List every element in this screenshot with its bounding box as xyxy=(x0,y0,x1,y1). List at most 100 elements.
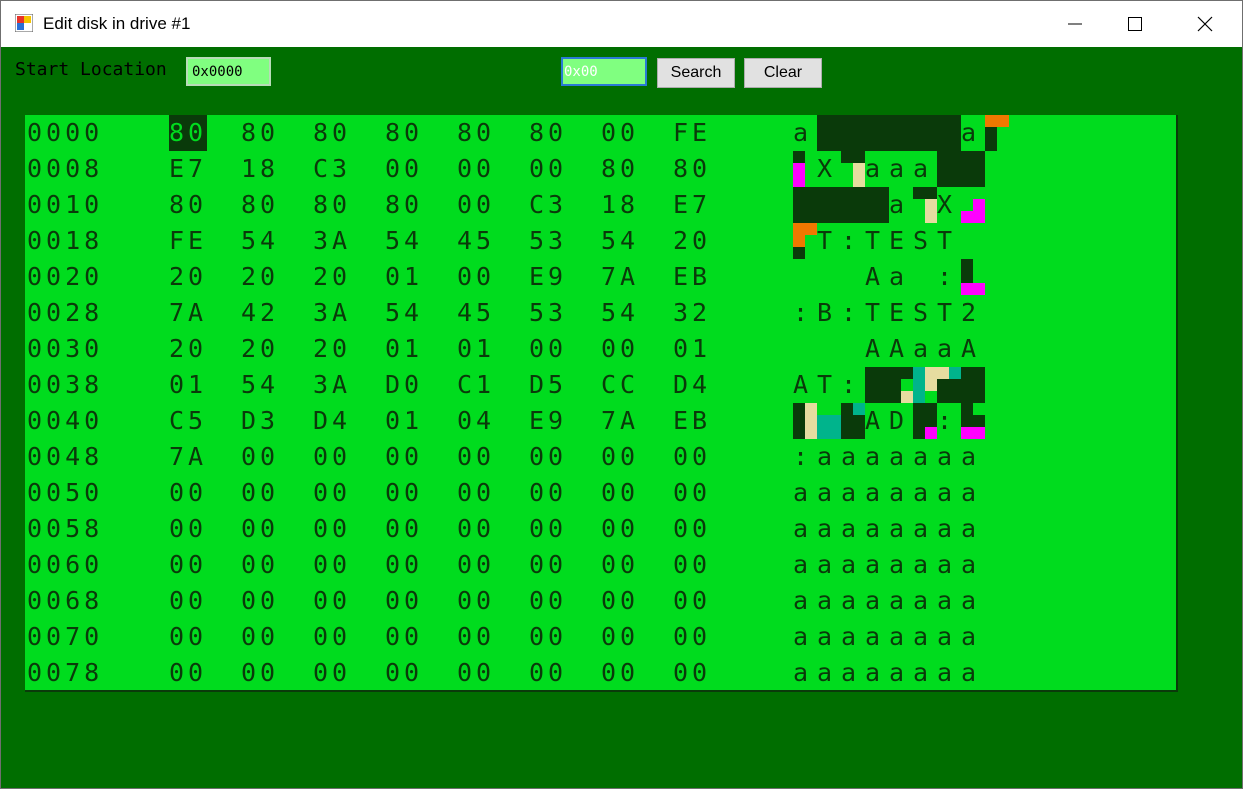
hex-byte-cell[interactable]: 00 xyxy=(601,619,639,655)
hex-byte-cell[interactable]: 18 xyxy=(241,151,279,187)
hex-byte-cell[interactable]: 00 xyxy=(241,619,279,655)
hex-byte-cell[interactable]: 00 xyxy=(601,583,639,619)
hex-byte-cell[interactable]: 00 xyxy=(385,511,423,547)
hex-byte-cell[interactable]: 80 xyxy=(169,115,208,151)
hex-byte-cell[interactable]: 00 xyxy=(169,511,207,547)
hex-byte-cell[interactable]: 00 xyxy=(673,655,711,691)
hex-byte-cell[interactable]: EB xyxy=(673,259,711,295)
hex-byte-cell[interactable]: 00 xyxy=(529,655,567,691)
hex-byte-cell[interactable]: 53 xyxy=(529,295,567,331)
hex-byte-cell[interactable]: 00 xyxy=(673,583,711,619)
hex-byte-cell[interactable]: 00 xyxy=(457,439,495,475)
hex-byte-cell[interactable]: 54 xyxy=(241,223,279,259)
hex-byte-cell[interactable]: 7A xyxy=(601,259,639,295)
hex-byte-cell[interactable]: 80 xyxy=(313,115,351,151)
hex-byte-cell[interactable]: 20 xyxy=(169,331,207,367)
hex-byte-cell[interactable]: 00 xyxy=(457,151,495,187)
hex-byte-cell[interactable]: C3 xyxy=(313,151,351,187)
hex-byte-cell[interactable]: 80 xyxy=(457,115,495,151)
hex-byte-cell[interactable]: E9 xyxy=(529,259,567,295)
hex-byte-cell[interactable]: 00 xyxy=(457,511,495,547)
hex-byte-cell[interactable]: 01 xyxy=(385,259,423,295)
hex-byte-cell[interactable]: 00 xyxy=(529,547,567,583)
hex-byte-cell[interactable]: 00 xyxy=(385,151,423,187)
hex-byte-cell[interactable]: 00 xyxy=(313,655,351,691)
hex-byte-cell[interactable]: 00 xyxy=(529,511,567,547)
hex-byte-cell[interactable]: 18 xyxy=(601,187,639,223)
hex-byte-cell[interactable]: 20 xyxy=(673,223,711,259)
hex-byte-cell[interactable]: 45 xyxy=(457,223,495,259)
hex-byte-cell[interactable]: 20 xyxy=(241,331,279,367)
hex-byte-cell[interactable]: 45 xyxy=(457,295,495,331)
hex-byte-cell[interactable]: 00 xyxy=(601,439,639,475)
hex-byte-cell[interactable]: C3 xyxy=(529,187,567,223)
hex-byte-cell[interactable]: 04 xyxy=(457,403,495,439)
hex-byte-cell[interactable]: 00 xyxy=(457,475,495,511)
hex-byte-cell[interactable]: 01 xyxy=(385,403,423,439)
hex-byte-cell[interactable]: 00 xyxy=(457,259,495,295)
hex-byte-cell[interactable]: 00 xyxy=(169,619,207,655)
hex-byte-cell[interactable]: 80 xyxy=(601,151,639,187)
hex-byte-cell[interactable]: 3A xyxy=(313,223,351,259)
hex-byte-cell[interactable]: 54 xyxy=(601,295,639,331)
hex-byte-cell[interactable]: 7A xyxy=(169,439,207,475)
hex-byte-cell[interactable]: 00 xyxy=(385,547,423,583)
hex-byte-cell[interactable]: 01 xyxy=(169,367,207,403)
hex-byte-cell[interactable]: 80 xyxy=(385,115,423,151)
hex-byte-cell[interactable]: 00 xyxy=(313,439,351,475)
hex-byte-cell[interactable]: 00 xyxy=(529,151,567,187)
hex-byte-cell[interactable]: 00 xyxy=(385,655,423,691)
hex-byte-cell[interactable]: CC xyxy=(601,367,639,403)
hex-byte-cell[interactable]: FE xyxy=(673,115,711,151)
hex-byte-cell[interactable]: 20 xyxy=(313,259,351,295)
close-button[interactable] xyxy=(1182,1,1228,47)
search-button[interactable]: Search xyxy=(657,58,735,88)
hex-byte-cell[interactable]: D3 xyxy=(241,403,279,439)
hex-byte-cell[interactable]: 00 xyxy=(601,655,639,691)
hex-byte-cell[interactable]: 80 xyxy=(529,115,567,151)
hex-byte-cell[interactable]: 00 xyxy=(313,511,351,547)
hex-byte-cell[interactable]: 80 xyxy=(385,187,423,223)
hex-byte-cell[interactable]: EB xyxy=(673,403,711,439)
hex-byte-cell[interactable]: D0 xyxy=(385,367,423,403)
hex-byte-cell[interactable]: 00 xyxy=(385,439,423,475)
hex-byte-cell[interactable]: D5 xyxy=(529,367,567,403)
hex-byte-cell[interactable]: 00 xyxy=(169,547,207,583)
hex-byte-cell[interactable]: 3A xyxy=(313,367,351,403)
hex-byte-cell[interactable]: 7A xyxy=(169,295,207,331)
hex-byte-cell[interactable]: 53 xyxy=(529,223,567,259)
hex-byte-cell[interactable]: 00 xyxy=(241,547,279,583)
hex-byte-cell[interactable]: 20 xyxy=(313,331,351,367)
hex-byte-cell[interactable]: 20 xyxy=(241,259,279,295)
hex-byte-cell[interactable]: 00 xyxy=(241,475,279,511)
hex-byte-cell[interactable]: 00 xyxy=(169,655,207,691)
hex-byte-cell[interactable]: 54 xyxy=(241,367,279,403)
hex-byte-cell[interactable]: 80 xyxy=(241,115,279,151)
hex-byte-cell[interactable]: 00 xyxy=(241,655,279,691)
hex-byte-cell[interactable]: 54 xyxy=(385,223,423,259)
minimize-button[interactable] xyxy=(1052,1,1098,47)
hex-byte-cell[interactable]: 01 xyxy=(457,331,495,367)
hex-byte-cell[interactable]: 00 xyxy=(169,475,207,511)
hex-byte-cell[interactable]: 54 xyxy=(601,223,639,259)
hex-editor-panel[interactable]: 0000 80 80 80 80 80 80 00 FE a a 0008 E7 18 C3 00 00 00 80… xyxy=(25,115,1178,692)
hex-byte-cell[interactable]: C5 xyxy=(169,403,207,439)
hex-byte-cell[interactable]: 3A xyxy=(313,295,351,331)
hex-byte-cell[interactable]: 00 xyxy=(457,583,495,619)
hex-byte-cell[interactable]: 00 xyxy=(601,547,639,583)
hex-byte-cell[interactable]: 00 xyxy=(313,619,351,655)
hex-byte-cell[interactable]: 00 xyxy=(529,475,567,511)
hex-byte-cell[interactable]: 00 xyxy=(529,331,567,367)
hex-byte-cell[interactable]: 00 xyxy=(601,331,639,367)
start-location-input[interactable] xyxy=(186,57,271,86)
hex-byte-cell[interactable]: 00 xyxy=(385,583,423,619)
hex-byte-cell[interactable]: 00 xyxy=(673,547,711,583)
hex-byte-cell[interactable]: E7 xyxy=(673,187,711,223)
hex-byte-cell[interactable]: 20 xyxy=(169,259,207,295)
hex-byte-cell[interactable]: 00 xyxy=(601,511,639,547)
hex-byte-cell[interactable]: 00 xyxy=(385,475,423,511)
hex-byte-cell[interactable]: 32 xyxy=(673,295,711,331)
hex-byte-cell[interactable]: 00 xyxy=(673,511,711,547)
hex-byte-cell[interactable]: E9 xyxy=(529,403,567,439)
hex-byte-cell[interactable]: 00 xyxy=(601,115,639,151)
